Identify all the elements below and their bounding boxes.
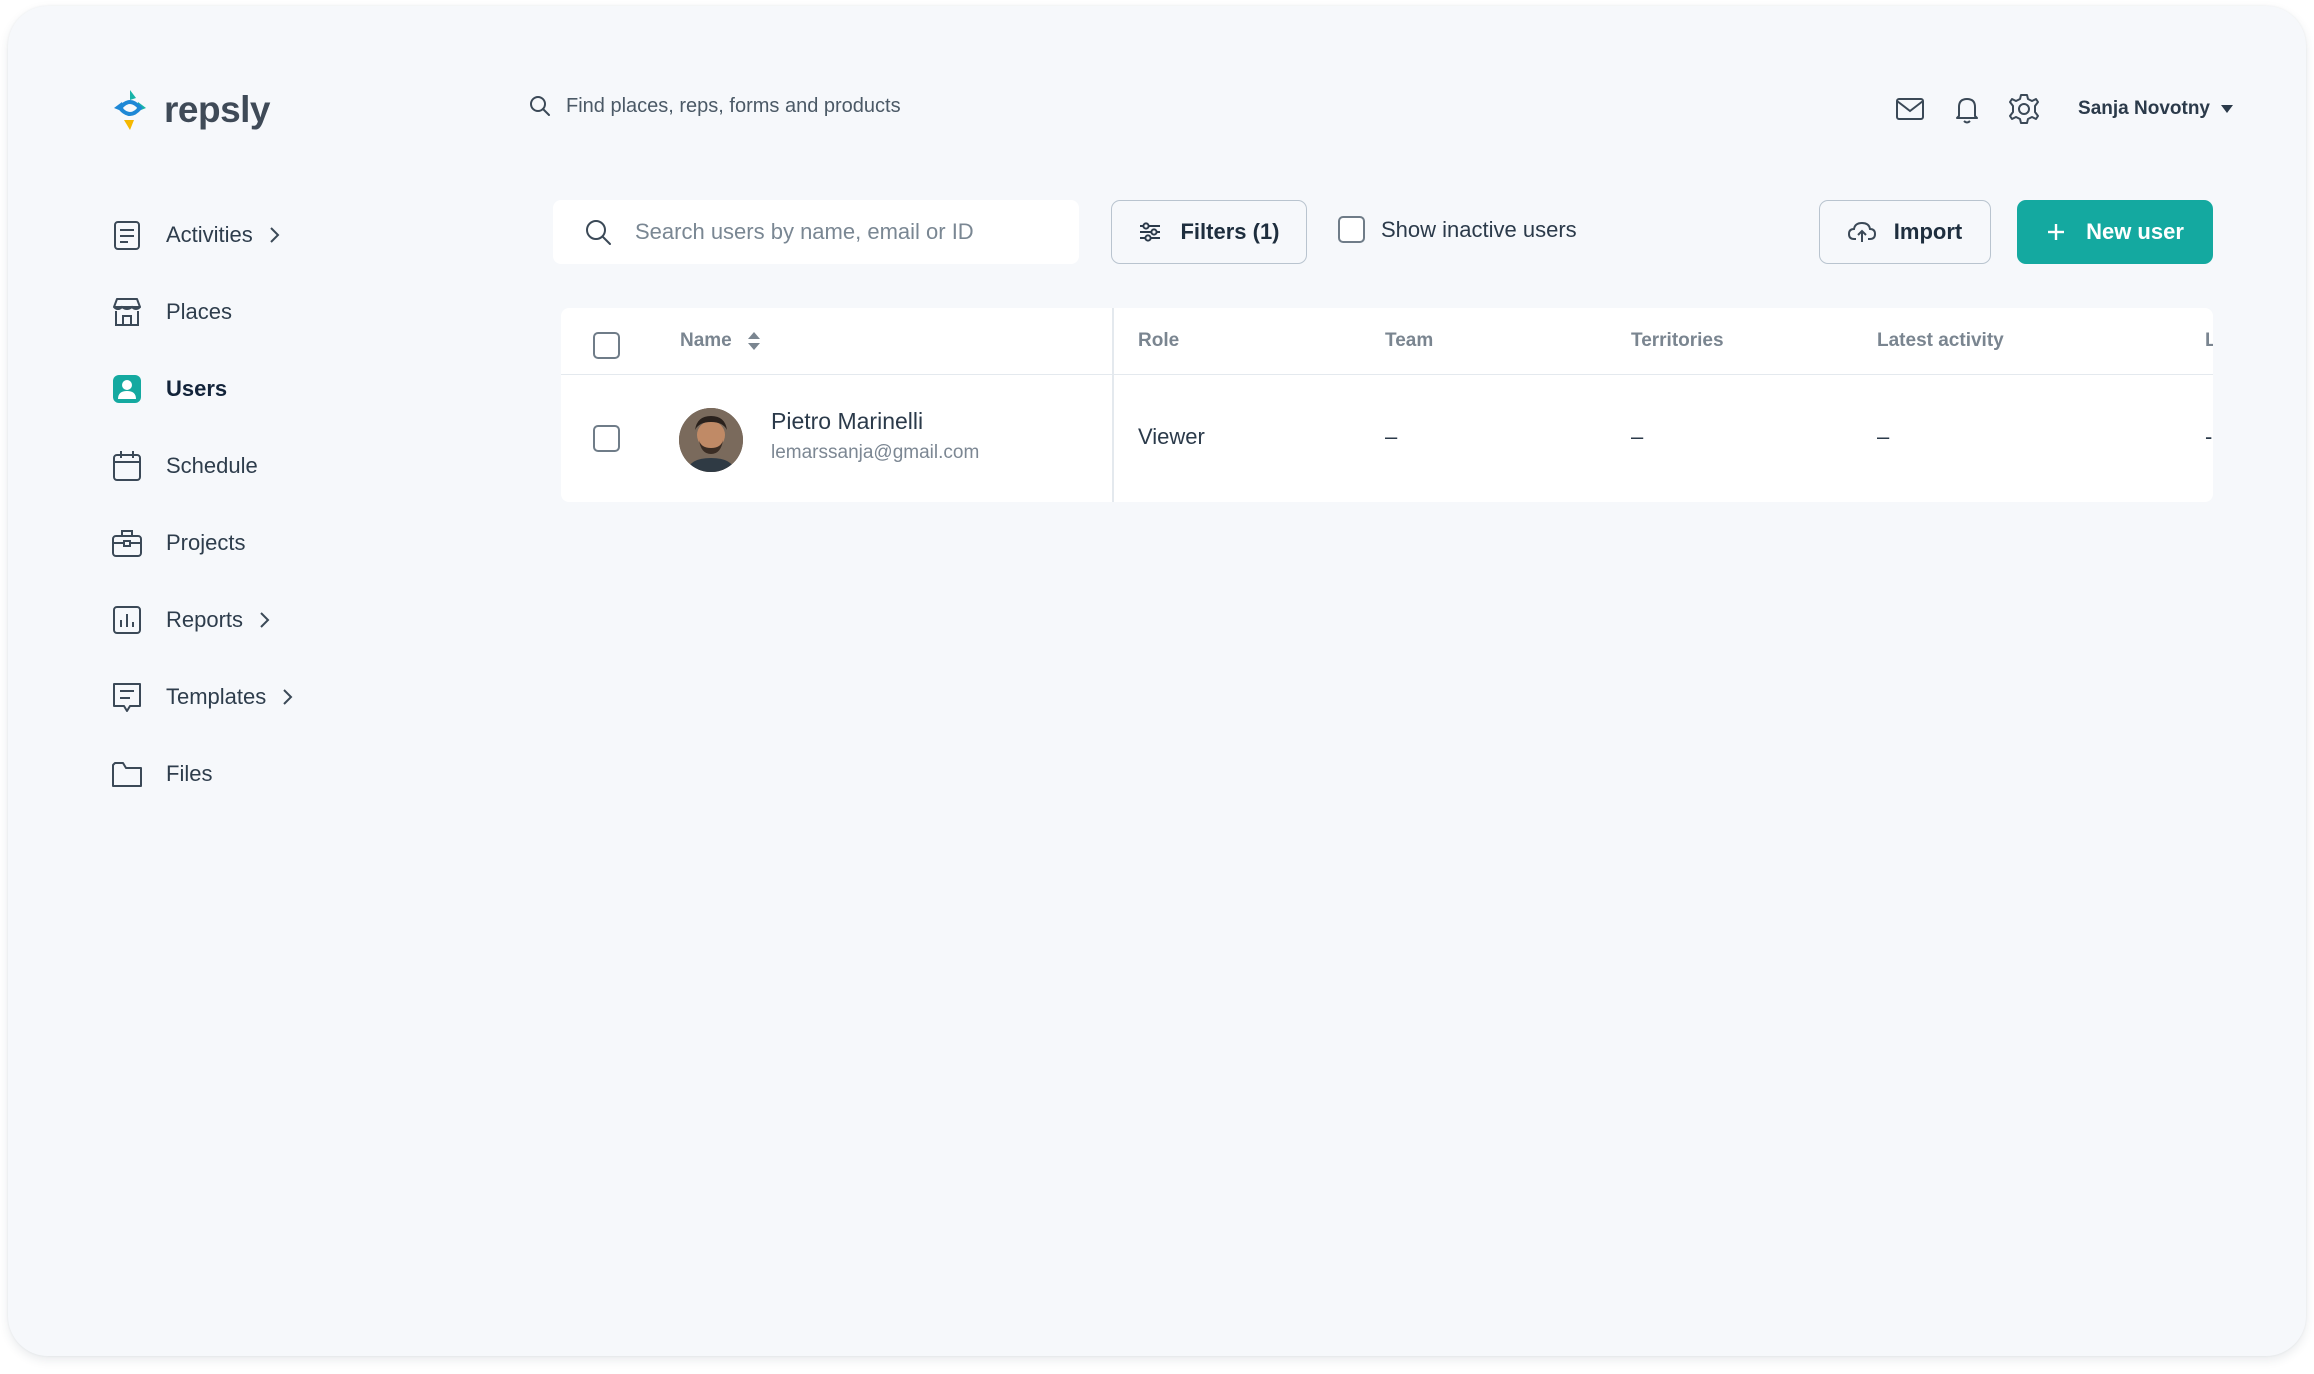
sidebar-item-projects[interactable]: Projects (108, 504, 408, 581)
sidebar-item-label: Users (166, 375, 228, 401)
user-role: Viewer (1138, 424, 1205, 449)
sidebar-item-label: Projects (166, 529, 246, 555)
user-team: – (1385, 424, 1398, 449)
sidebar-item-label: Files (166, 760, 213, 786)
sidebar-item-label: Places (166, 298, 233, 324)
sidebar-item-label: Schedule (166, 452, 258, 478)
sidebar-item-schedule[interactable]: Schedule (108, 427, 408, 504)
sidebar: Activities Places Users Schedule Project… (108, 196, 408, 812)
user-name[interactable]: Pietro Marinelli (771, 408, 923, 435)
store-icon (108, 293, 146, 331)
sidebar-item-templates[interactable]: Templates (108, 658, 408, 735)
user-extra-column: - (2205, 424, 2213, 449)
user-menu[interactable]: Sanja Novotny (2078, 98, 2234, 120)
gear-icon[interactable] (2004, 89, 2044, 129)
search-icon (530, 96, 550, 116)
user-latest-activity: – (1877, 424, 1890, 449)
cloud-upload-icon (1847, 221, 1876, 242)
user-territories: – (1631, 424, 1644, 449)
users-table: Name Role Team Territories Latest activi… (561, 308, 2213, 502)
new-user-label: New user (2086, 219, 2184, 244)
user-name: Sanja Novotny (2078, 98, 2210, 119)
column-header-truncated[interactable]: L (2205, 330, 2213, 352)
sidebar-item-label: Activities (166, 221, 253, 247)
user-email: lemarssanja@gmail.com (771, 442, 980, 463)
sidebar-item-users[interactable]: Users (108, 350, 408, 427)
search-icon (586, 220, 611, 245)
activities-icon (108, 216, 146, 254)
import-label: Import (1893, 219, 1963, 244)
sidebar-item-label: Templates (166, 683, 267, 709)
sidebar-item-files[interactable]: Files (108, 735, 408, 812)
bell-icon[interactable] (1947, 89, 1987, 129)
user-search-input[interactable] (633, 218, 1057, 246)
logo-mark-icon (114, 90, 146, 130)
briefcase-icon (108, 524, 146, 562)
repsly-logo[interactable]: repsly (106, 86, 271, 134)
template-icon (108, 678, 146, 716)
column-header-name[interactable]: Name (680, 330, 761, 352)
table-header: Name Role Team Territories Latest activi… (561, 308, 2213, 375)
calendar-icon (108, 447, 146, 485)
chart-icon (108, 601, 146, 639)
sidebar-item-reports[interactable]: Reports (108, 581, 408, 658)
sidebar-item-label: Reports (166, 606, 244, 632)
user-icon (108, 370, 146, 408)
sidebar-item-places[interactable]: Places (108, 273, 408, 350)
show-inactive-toggle[interactable]: Show inactive users (1338, 216, 1577, 243)
import-button[interactable]: Import (1819, 200, 1991, 264)
filters-button[interactable]: Filters (1) (1111, 200, 1307, 264)
chevron-right-icon (269, 226, 281, 244)
avatar (679, 408, 743, 472)
show-inactive-label: Show inactive users (1381, 216, 1577, 242)
folder-icon (108, 755, 146, 793)
column-header-role[interactable]: Role (1138, 330, 1179, 352)
logo-text: repsly (164, 89, 271, 130)
sort-icon[interactable] (747, 330, 761, 352)
chevron-right-icon (259, 611, 271, 629)
plus-icon (2048, 224, 2065, 240)
chevron-right-icon (282, 688, 294, 706)
global-search-input[interactable] (566, 94, 986, 118)
new-user-button[interactable]: New user (2017, 200, 2213, 264)
user-search[interactable] (553, 200, 1079, 264)
sliders-icon (1140, 222, 1161, 242)
header-actions: Sanja Novotny (1873, 89, 2234, 129)
caret-down-icon (2221, 105, 2233, 113)
show-inactive-checkbox[interactable] (1338, 216, 1365, 243)
sidebar-item-activities[interactable]: Activities (108, 196, 408, 273)
mail-icon[interactable] (1890, 89, 1930, 129)
app-window: repsly Sanja N (8, 6, 2306, 1356)
column-header-latest-activity[interactable]: Latest activity (1877, 330, 2004, 352)
select-all-checkbox[interactable] (593, 332, 620, 359)
column-header-team[interactable]: Team (1385, 330, 1433, 352)
row-checkbox[interactable] (593, 425, 620, 452)
column-header-territories[interactable]: Territories (1631, 330, 1724, 352)
column-divider (1112, 308, 1114, 502)
global-search[interactable] (528, 94, 986, 118)
filters-label: Filters (1) (1180, 219, 1280, 244)
